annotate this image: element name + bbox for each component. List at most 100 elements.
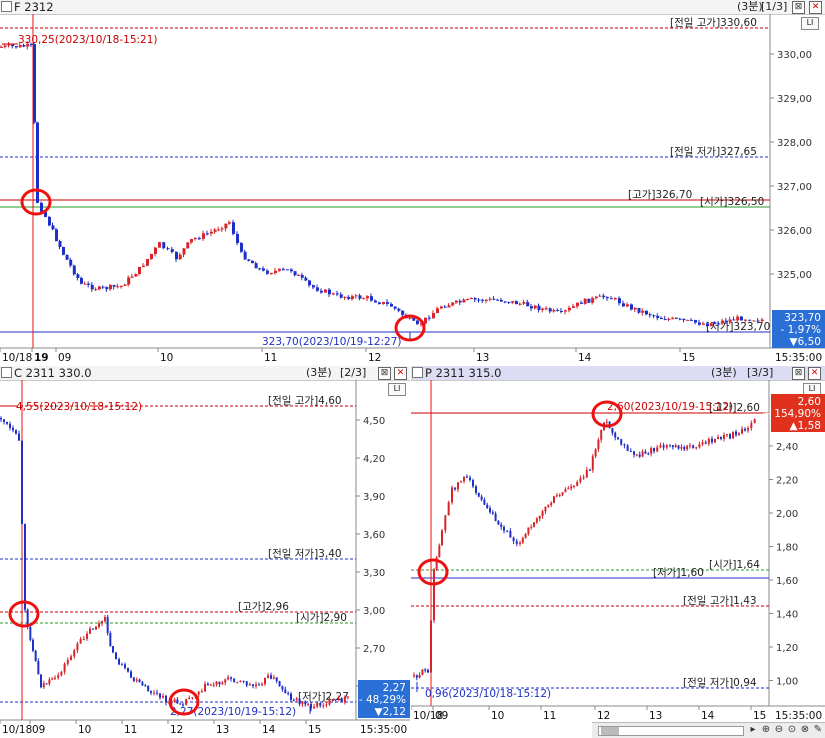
candle-up: [545, 308, 548, 310]
maximize-icon[interactable]: ⊠: [792, 1, 805, 14]
candle-up: [248, 684, 251, 686]
price-tick-label: 3,00: [363, 606, 385, 617]
candle-down: [626, 445, 629, 451]
candle-up: [462, 299, 466, 303]
candle-down: [589, 469, 591, 471]
candle-up: [221, 682, 224, 685]
chart-scrollbar[interactable]: [598, 726, 744, 736]
candle-up: [307, 703, 310, 705]
candle-down: [427, 669, 429, 673]
panel-select-checkbox[interactable]: [1, 367, 12, 378]
candle-down: [560, 310, 563, 312]
candle-down: [480, 496, 483, 500]
close-icon[interactable]: ✕: [809, 1, 822, 14]
candle-down: [698, 322, 701, 325]
candle-down: [756, 320, 760, 322]
panel-select-checkbox[interactable]: [412, 367, 423, 378]
candle-down: [170, 249, 174, 253]
candle-up: [530, 526, 533, 528]
time-tick-label: 15: [308, 724, 321, 736]
candle-down: [21, 440, 23, 524]
candle-up: [436, 308, 439, 314]
candle-down: [270, 675, 272, 679]
candle-down: [9, 423, 11, 428]
candle-down: [483, 499, 486, 505]
price-tick-label: 327,00: [777, 182, 812, 193]
candle-up: [552, 309, 556, 312]
close-icon[interactable]: ✕: [394, 367, 407, 380]
candle-up: [709, 323, 713, 327]
time-tick-label: 14: [701, 710, 715, 722]
candle-down: [469, 477, 471, 481]
futures-chart[interactable]: 330,00 329,00 328,00 327,00 326,00 325,00 10/1…: [0, 14, 825, 365]
candle-down: [150, 691, 152, 693]
candle-up: [561, 492, 564, 496]
chart-panel-futures: F 2312 (3분) [1/3] ⊠ ✕ LI 330,00 329,00 328…: [0, 0, 825, 365]
candle-up: [210, 231, 213, 234]
candle-up: [366, 296, 369, 299]
scroll-right-icon[interactable]: ▸: [747, 724, 759, 736]
candle-down: [320, 290, 323, 293]
candle-down: [252, 684, 254, 687]
candle-up: [591, 298, 595, 303]
candle-up: [511, 301, 515, 303]
candle-down: [76, 274, 80, 278]
candle-up: [236, 681, 239, 683]
candle-up: [591, 456, 594, 471]
candle-down: [138, 679, 141, 683]
candle-down: [284, 689, 287, 694]
zoom-in-icon[interactable]: ⊕: [760, 724, 772, 736]
candle-up: [567, 488, 570, 490]
candle-up: [433, 569, 435, 621]
candle-down: [647, 453, 650, 455]
candle-up: [521, 537, 524, 543]
candle-down: [290, 269, 293, 272]
zoom-reset-icon[interactable]: ⊙: [786, 724, 798, 736]
candle-down: [393, 306, 397, 309]
candle-up: [680, 447, 683, 449]
candle-down: [744, 428, 746, 431]
candle-down: [132, 677, 135, 681]
price-tick-label: 1,40: [776, 610, 798, 621]
scrollbar-thumb[interactable]: [601, 727, 619, 735]
candle-up: [301, 701, 304, 705]
candle-down: [629, 450, 632, 452]
candle-up: [485, 299, 488, 301]
candle-up: [600, 429, 603, 440]
candle-up: [278, 268, 281, 271]
candle-down: [72, 265, 76, 275]
candle-down: [724, 320, 728, 322]
settings-wrench-icon[interactable]: ✎: [812, 724, 824, 736]
current-price-value: 2,60: [798, 396, 821, 408]
time-tick-label: 11: [264, 352, 277, 364]
maximize-icon[interactable]: ⊠: [792, 367, 805, 380]
candle-up: [553, 496, 555, 503]
maximize-icon[interactable]: ⊠: [378, 367, 391, 380]
put-option-chart[interactable]: 2,402,202,001,801,601,401,201,0010/1809 1…: [411, 380, 825, 722]
price-tick-label: 1,20: [776, 643, 798, 654]
candle-down: [610, 298, 613, 300]
candle-down: [683, 447, 686, 450]
candle-down: [308, 280, 311, 286]
price-tick-label: 329,00: [777, 94, 812, 105]
time-tick-label: 13: [649, 710, 662, 722]
candle-down: [106, 617, 109, 634]
candle-up: [695, 447, 698, 449]
zoom-out-icon[interactable]: ⊖: [773, 724, 785, 736]
candle-down: [24, 523, 26, 610]
candle-up: [564, 489, 567, 493]
candle-down: [729, 434, 731, 439]
time-tick-label: 15: [753, 710, 766, 722]
candle-down: [112, 285, 116, 287]
call-option-chart[interactable]: 4,504,203,903,603,303,002,702,4010/18091…: [0, 380, 410, 737]
zoom-fit-icon[interactable]: ⊗: [799, 724, 811, 736]
candle-down: [677, 445, 680, 449]
price-tick-label: 4,20: [363, 454, 385, 465]
candle-up: [109, 285, 112, 290]
candle-up: [558, 495, 561, 497]
panel-select-checkbox[interactable]: [1, 1, 12, 12]
close-icon[interactable]: ✕: [808, 367, 821, 380]
candle-down: [298, 698, 301, 705]
time-tick-label: 10/18: [2, 724, 32, 736]
candle-down: [656, 315, 660, 319]
